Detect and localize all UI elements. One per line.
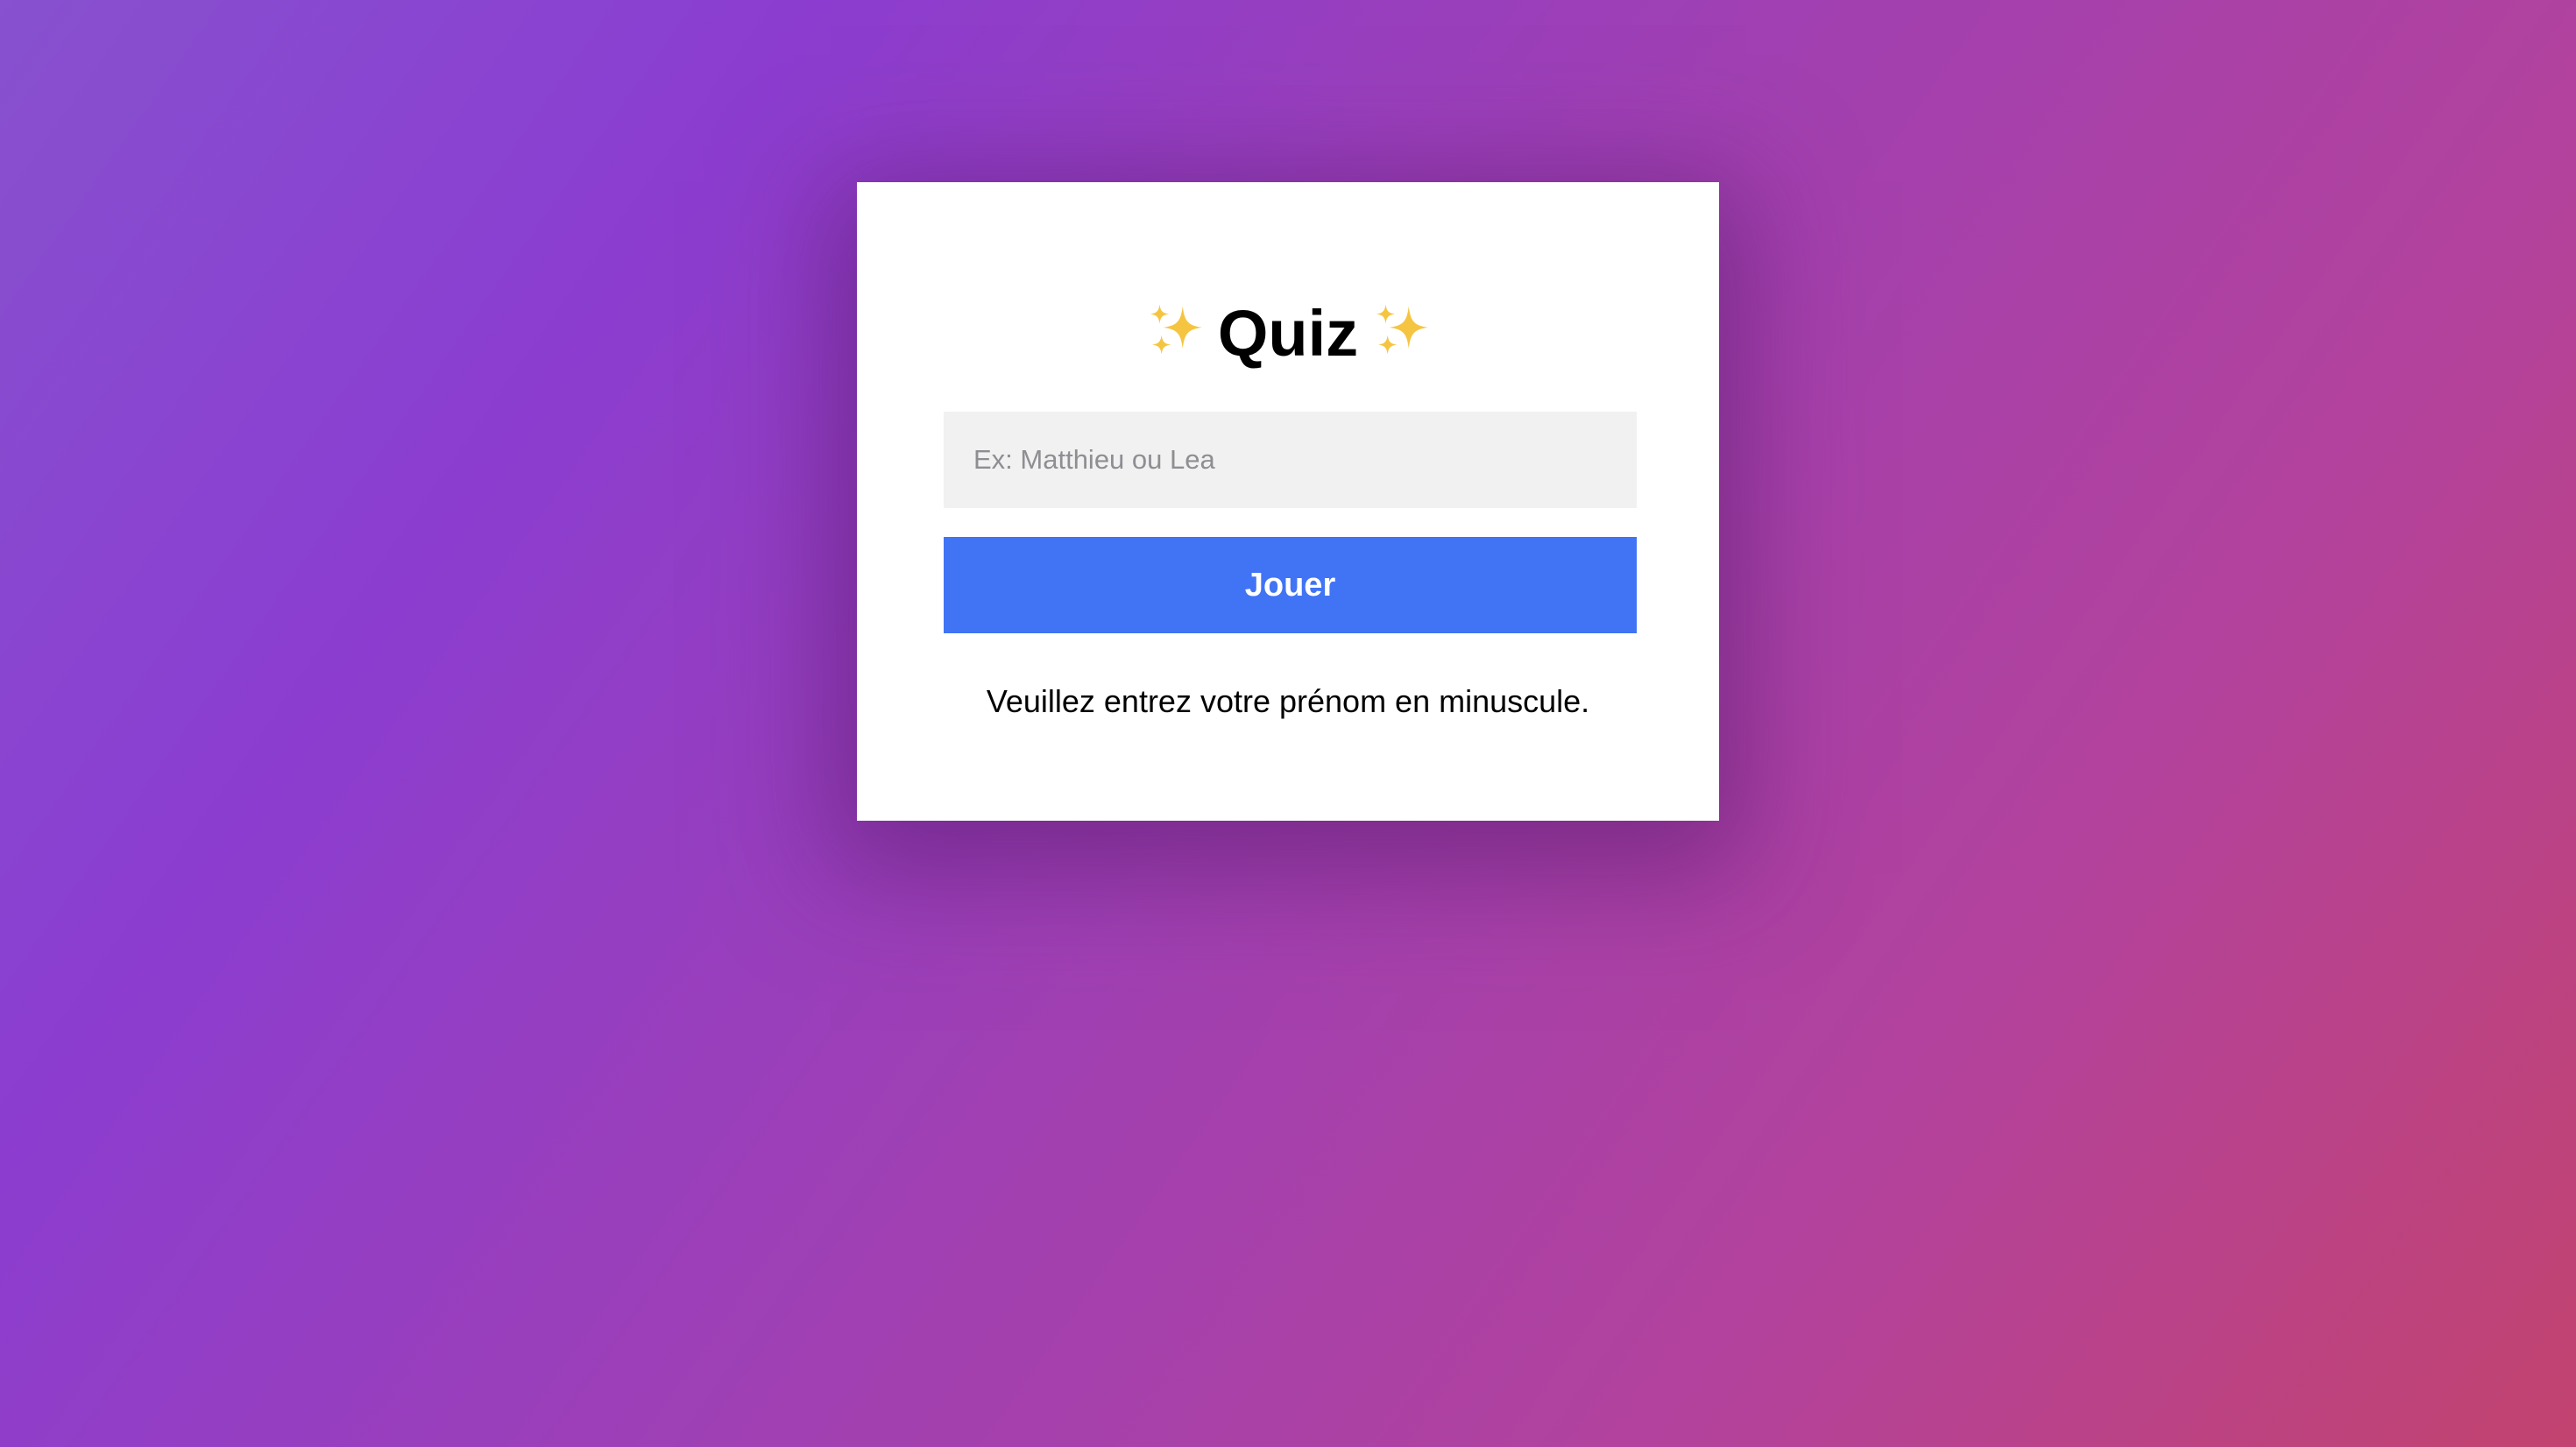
hint-text: Veuillez entrez votre prénom en minuscul… [986, 683, 1590, 719]
title-text: Quiz [1217, 297, 1359, 371]
page-title: Quiz [857, 286, 1719, 378]
quiz-card: Quiz Jouer Veuillez entrez votre prénom … [857, 182, 1719, 821]
sparkles-icon [1376, 305, 1428, 355]
sparkles-icon [1150, 305, 1202, 355]
play-button[interactable]: Jouer [944, 537, 1637, 633]
name-input[interactable] [944, 412, 1637, 508]
